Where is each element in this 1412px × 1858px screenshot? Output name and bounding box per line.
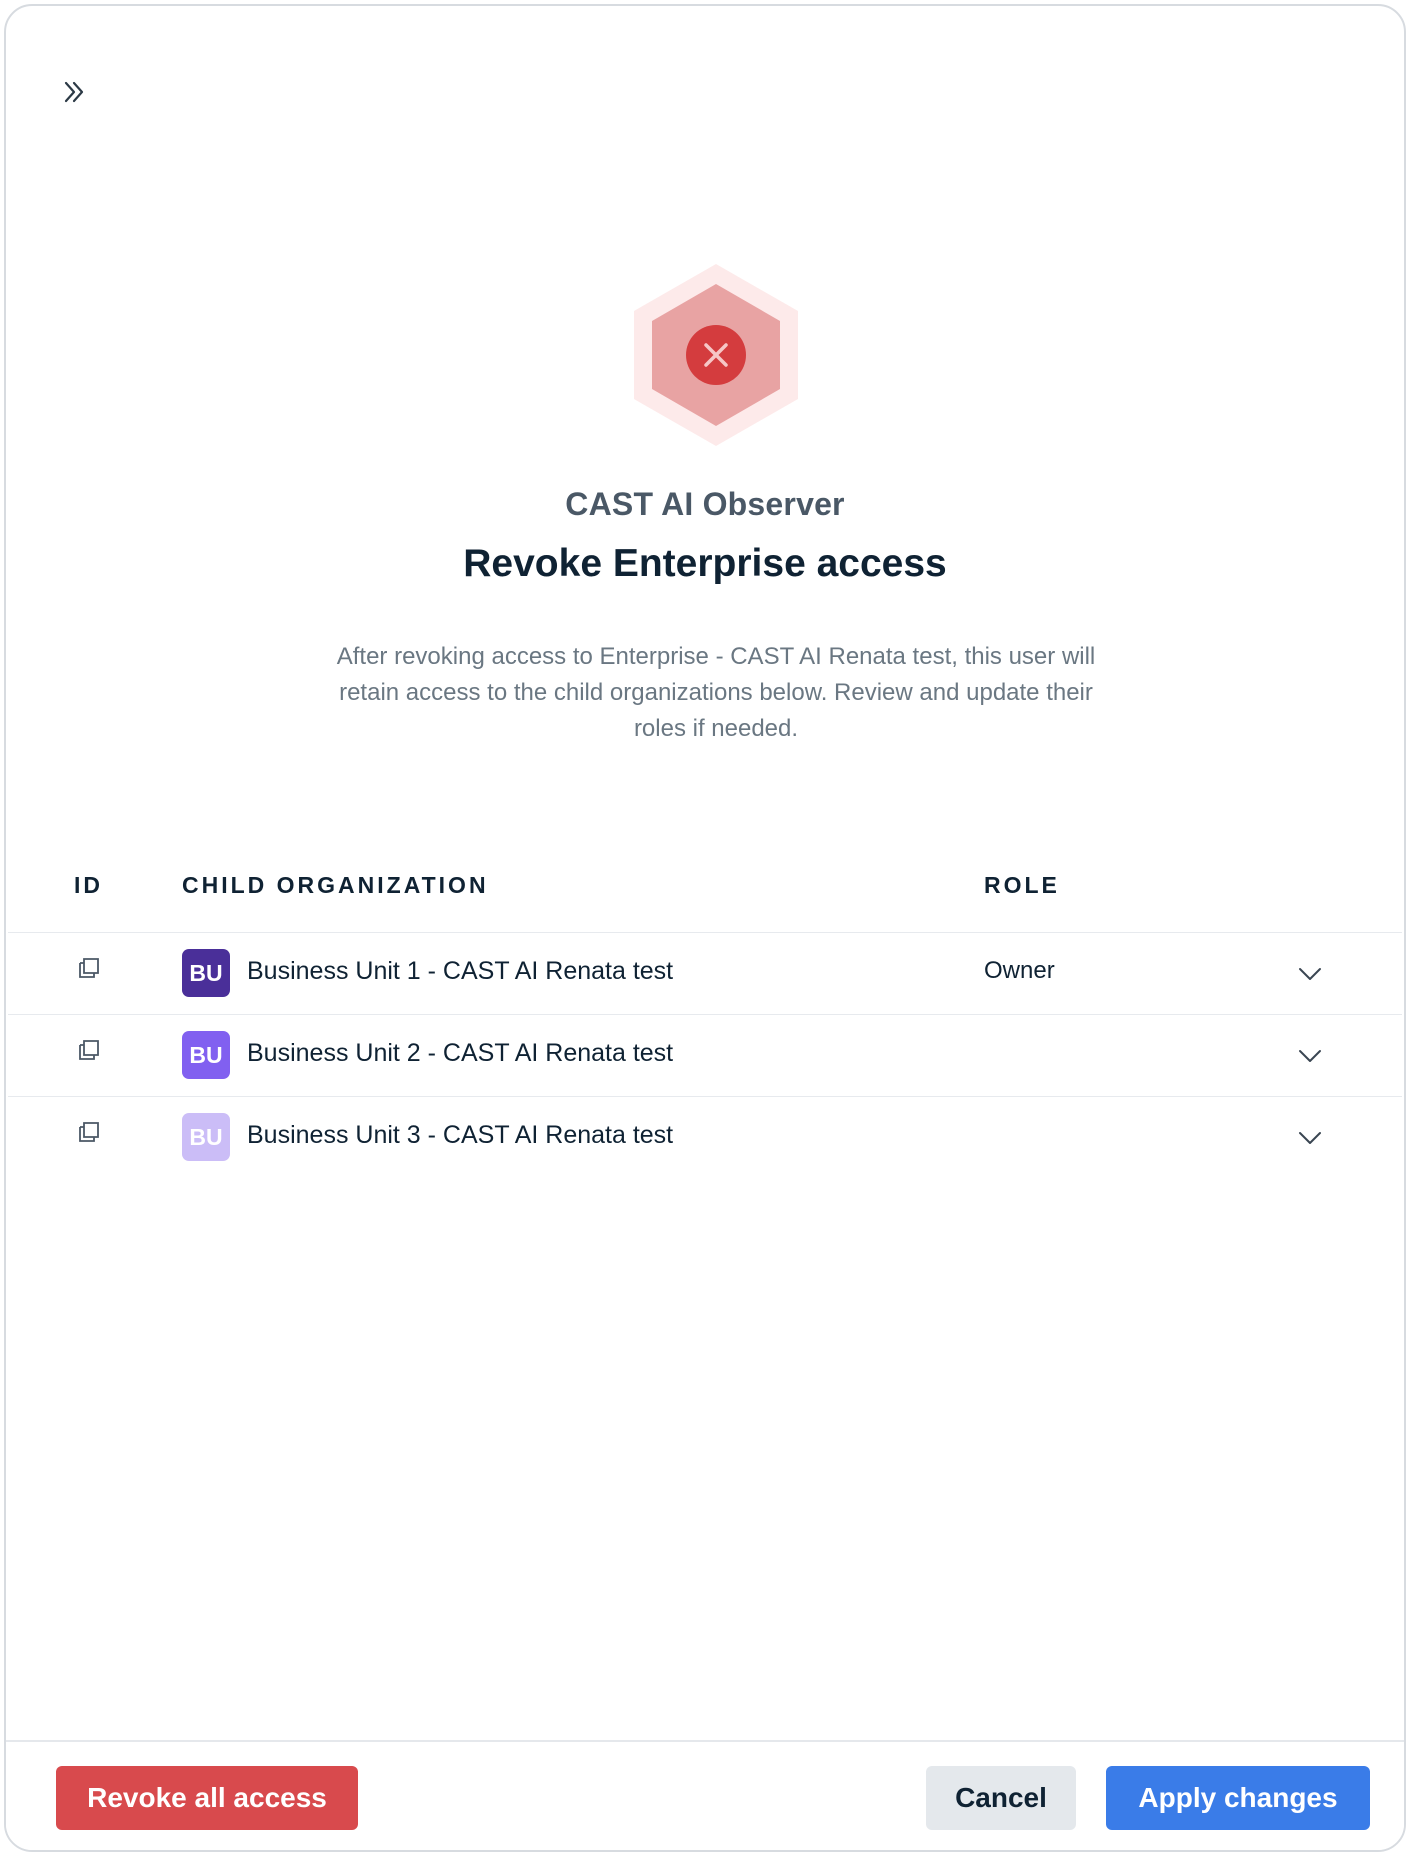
chevron-down-icon bbox=[1299, 1132, 1321, 1144]
table-row: BU Business Unit 2 - CAST AI Renata test bbox=[8, 1015, 1402, 1097]
role-select[interactable]: Owner bbox=[966, 941, 1332, 1005]
organization-name: Business Unit 1 - CAST AI Renata test bbox=[247, 957, 674, 985]
revoke-all-access-button[interactable]: Revoke all access bbox=[56, 1766, 358, 1830]
copy-icon bbox=[79, 1122, 99, 1142]
copy-id-button[interactable] bbox=[74, 953, 104, 983]
copy-id-button[interactable] bbox=[74, 1117, 104, 1147]
column-header-role: ROLE bbox=[984, 872, 1060, 898]
revoke-warning-icon bbox=[634, 264, 798, 446]
cancel-button[interactable]: Cancel bbox=[926, 1766, 1076, 1830]
role-select[interactable] bbox=[966, 1105, 1332, 1169]
role-value: Owner bbox=[984, 957, 1055, 984]
copy-icon bbox=[79, 1040, 99, 1060]
table-header: ID CHILD ORGANIZATION ROLE bbox=[8, 866, 1402, 933]
child-organizations-table: ID CHILD ORGANIZATION ROLE BU Business U… bbox=[8, 866, 1402, 1178]
column-header-id: ID bbox=[74, 872, 103, 898]
revoke-access-drawer: CAST AI Observer Revoke Enterprise acces… bbox=[4, 4, 1406, 1852]
dialog-title: Revoke Enterprise access bbox=[463, 542, 947, 585]
business-unit-badge: BU bbox=[182, 949, 230, 997]
copy-icon bbox=[79, 958, 99, 978]
apply-changes-button[interactable]: Apply changes bbox=[1106, 1766, 1370, 1830]
dialog-description: After revoking access to Enterprise - CA… bbox=[336, 643, 1096, 742]
organization-name: Business Unit 2 - CAST AI Renata test bbox=[247, 1039, 674, 1067]
role-select[interactable] bbox=[966, 1023, 1332, 1087]
table-row: BU Business Unit 1 - CAST AI Renata test… bbox=[8, 933, 1402, 1015]
double-chevron-right-icon bbox=[64, 81, 84, 103]
table-row: BU Business Unit 3 - CAST AI Renata test bbox=[8, 1097, 1402, 1178]
copy-id-button[interactable] bbox=[74, 1035, 104, 1065]
chevron-down-icon bbox=[1299, 1050, 1321, 1062]
chevron-down-icon bbox=[1299, 968, 1321, 980]
business-unit-badge: BU bbox=[182, 1031, 230, 1079]
app-name: CAST AI Observer bbox=[565, 486, 845, 522]
dialog-footer: Revoke all access Cancel Apply changes bbox=[6, 1740, 1404, 1850]
column-header-child-organization: CHILD ORGANIZATION bbox=[182, 872, 489, 898]
organization-name: Business Unit 3 - CAST AI Renata test bbox=[247, 1121, 674, 1149]
business-unit-badge: BU bbox=[182, 1113, 230, 1161]
collapse-panel-button[interactable] bbox=[54, 72, 94, 112]
